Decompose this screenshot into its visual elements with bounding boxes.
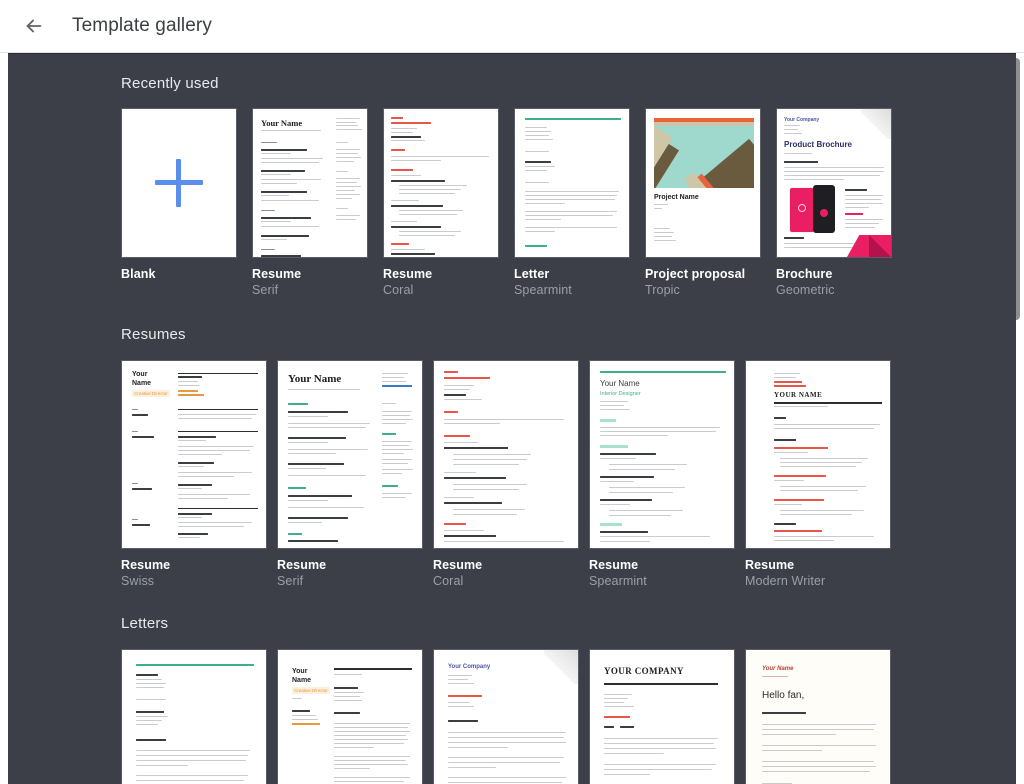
template-card-resume-coral-lg[interactable]: Resume Coral — [433, 360, 579, 588]
section-letters: Letters — [8, 588, 1016, 784]
template-card-title: Resume — [745, 558, 891, 572]
back-button[interactable] — [14, 6, 54, 46]
template-card-letter-swiss-lg[interactable]: Your Name Creative Director — [277, 649, 423, 784]
preview-heading: Your Name — [261, 118, 302, 128]
template-thumbnail[interactable] — [121, 649, 267, 784]
template-card-subtitle: Coral — [383, 283, 499, 297]
section-title: Letters — [8, 615, 1016, 632]
app-header: Template gallery — [0, 0, 1024, 53]
template-card-subtitle: Geometric — [776, 283, 892, 297]
template-thumbnail[interactable]: YOUR NAME — [745, 360, 891, 549]
template-card-blank[interactable]: Blank — [121, 108, 237, 297]
preview-heading: Product Brochure — [784, 140, 852, 149]
template-thumbnail[interactable]: Your Company Product Brochure — [776, 108, 892, 258]
template-card-title: Resume — [589, 558, 735, 572]
template-card-title: Project proposal — [645, 267, 761, 281]
template-card-title: Resume — [252, 267, 368, 281]
template-card-subtitle: Coral — [433, 574, 579, 588]
template-card-resume-coral[interactable]: Resume Coral — [383, 108, 499, 297]
section-recently-used: Recently used Blank Your Name — [8, 54, 1016, 297]
template-card-title: Resume — [121, 558, 267, 572]
template-card-letter-spearmint[interactable]: Letter Spearmint — [514, 108, 630, 297]
template-card-title: Resume — [433, 558, 579, 572]
preview-name: Your Name — [762, 666, 793, 672]
template-card-resume-spearmint-lg[interactable]: Your Name Interior Designer — [589, 360, 735, 588]
preview-role: Interior Designer — [600, 391, 641, 397]
template-thumbnail[interactable] — [514, 108, 630, 258]
template-card-resume-swiss[interactable]: Your Name Creative Director — [121, 360, 267, 588]
template-card-subtitle: Serif — [277, 574, 423, 588]
template-card-title: Brochure — [776, 267, 892, 281]
preview-greeting: Hello fan, — [762, 690, 804, 701]
template-card-letter-spearmint-lg[interactable] — [121, 649, 267, 784]
template-card-resume-serif-lg[interactable]: Your Name — [277, 360, 423, 588]
template-card-letter-geometric-lg[interactable]: Your Company — [433, 649, 579, 784]
template-card-subtitle: Spearmint — [589, 574, 735, 588]
template-thumbnail[interactable]: Your Name Creative Director — [121, 360, 267, 549]
section-title: Recently used — [8, 75, 1016, 92]
template-thumbnail[interactable] — [121, 108, 237, 258]
section-title: Resumes — [8, 326, 1016, 343]
template-thumbnail[interactable] — [433, 360, 579, 549]
template-card-resume-serif[interactable]: Your Name — [252, 108, 368, 297]
template-gallery-area: Recently used Blank Your Name — [8, 53, 1016, 784]
template-thumbnail[interactable]: Project Name — [645, 108, 761, 258]
preview-heading: Your — [132, 371, 147, 378]
template-card-subtitle: Swiss — [121, 574, 267, 588]
template-card-subtitle: Spearmint — [514, 283, 630, 297]
template-card-project-proposal-tropic[interactable]: Project Name Project proposal Tropic — [645, 108, 761, 297]
template-thumbnail[interactable]: Your Company — [433, 649, 579, 784]
preview-heading-line2: Name — [132, 380, 151, 387]
template-thumbnail[interactable]: Your Name Interior Designer — [589, 360, 735, 549]
template-card-subtitle: Modern Writer — [745, 574, 891, 588]
section-resumes: Resumes Your Name Creative Director — [8, 297, 1016, 588]
template-card-brochure-geometric[interactable]: Your Company Product Brochure — [776, 108, 892, 297]
template-thumbnail[interactable]: Your Name Hello fan, — [745, 649, 891, 784]
template-card-letter-modern-writer-lg[interactable]: YOUR COMPANY — [589, 649, 735, 784]
preview-heading-line2: Name — [292, 677, 311, 684]
template-thumbnail[interactable]: Your Name Creative Director — [277, 649, 423, 784]
preview-heading: Your Name — [288, 373, 341, 385]
plus-icon — [155, 159, 203, 207]
template-card-resume-modern-writer-lg[interactable]: YOUR NAME — [745, 360, 891, 588]
template-card-letter-plum-lg[interactable]: Your Name Hello fan, — [745, 649, 891, 784]
preview-company: YOUR COMPANY — [604, 666, 684, 676]
template-card-title: Letter — [514, 267, 630, 281]
template-card-title: Resume — [277, 558, 423, 572]
template-thumbnail[interactable]: Your Name — [252, 108, 368, 258]
preview-company: Your Company — [784, 117, 819, 123]
template-thumbnail[interactable]: YOUR COMPANY — [589, 649, 735, 784]
preview-role: Creative Director — [292, 687, 330, 694]
template-thumbnail[interactable]: Your Name — [277, 360, 423, 549]
preview-company: Your Company — [448, 664, 490, 670]
page-title: Template gallery — [72, 15, 212, 37]
preview-heading: YOUR NAME — [774, 391, 822, 399]
template-card-subtitle: Serif — [252, 283, 368, 297]
template-thumbnail[interactable] — [383, 108, 499, 258]
preview-heading: Project Name — [654, 194, 699, 201]
preview-heading: Your Name — [600, 379, 640, 388]
preview-role: Creative Director — [132, 390, 170, 397]
template-card-title: Resume — [383, 267, 499, 281]
preview-heading: Your — [292, 668, 307, 675]
template-card-title: Blank — [121, 267, 237, 281]
arrow-back-icon — [23, 15, 45, 37]
template-card-subtitle: Tropic — [645, 283, 761, 297]
